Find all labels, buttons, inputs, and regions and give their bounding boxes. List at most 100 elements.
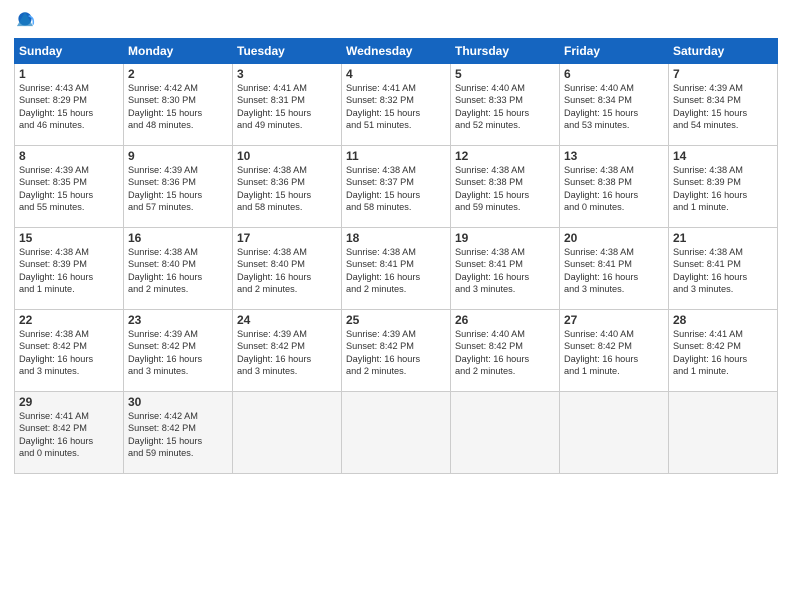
weekday-monday: Monday [124,39,233,64]
day-cell: 24Sunrise: 4:39 AM Sunset: 8:42 PM Dayli… [233,310,342,392]
day-info: Sunrise: 4:38 AM Sunset: 8:41 PM Dayligh… [564,246,664,296]
day-number: 30 [128,395,228,409]
day-number: 4 [346,67,446,81]
logo-icon [14,10,36,32]
day-number: 6 [564,67,664,81]
day-cell: 27Sunrise: 4:40 AM Sunset: 8:42 PM Dayli… [560,310,669,392]
day-number: 1 [19,67,119,81]
day-number: 7 [673,67,773,81]
day-cell [560,392,669,474]
day-number: 19 [455,231,555,245]
day-cell: 6Sunrise: 4:40 AM Sunset: 8:34 PM Daylig… [560,64,669,146]
day-number: 16 [128,231,228,245]
day-cell: 29Sunrise: 4:41 AM Sunset: 8:42 PM Dayli… [15,392,124,474]
day-number: 21 [673,231,773,245]
day-cell: 28Sunrise: 4:41 AM Sunset: 8:42 PM Dayli… [669,310,778,392]
day-number: 27 [564,313,664,327]
day-number: 11 [346,149,446,163]
day-cell: 11Sunrise: 4:38 AM Sunset: 8:37 PM Dayli… [342,146,451,228]
day-cell: 26Sunrise: 4:40 AM Sunset: 8:42 PM Dayli… [451,310,560,392]
day-info: Sunrise: 4:40 AM Sunset: 8:42 PM Dayligh… [564,328,664,378]
day-number: 17 [237,231,337,245]
weekday-thursday: Thursday [451,39,560,64]
day-number: 28 [673,313,773,327]
day-cell: 17Sunrise: 4:38 AM Sunset: 8:40 PM Dayli… [233,228,342,310]
day-info: Sunrise: 4:39 AM Sunset: 8:34 PM Dayligh… [673,82,773,132]
day-number: 26 [455,313,555,327]
day-cell: 13Sunrise: 4:38 AM Sunset: 8:38 PM Dayli… [560,146,669,228]
day-info: Sunrise: 4:39 AM Sunset: 8:42 PM Dayligh… [237,328,337,378]
day-number: 8 [19,149,119,163]
day-info: Sunrise: 4:38 AM Sunset: 8:37 PM Dayligh… [346,164,446,214]
day-cell: 12Sunrise: 4:38 AM Sunset: 8:38 PM Dayli… [451,146,560,228]
day-info: Sunrise: 4:38 AM Sunset: 8:42 PM Dayligh… [19,328,119,378]
day-number: 29 [19,395,119,409]
day-cell: 2Sunrise: 4:42 AM Sunset: 8:30 PM Daylig… [124,64,233,146]
day-info: Sunrise: 4:39 AM Sunset: 8:42 PM Dayligh… [346,328,446,378]
day-number: 14 [673,149,773,163]
day-cell: 8Sunrise: 4:39 AM Sunset: 8:35 PM Daylig… [15,146,124,228]
day-info: Sunrise: 4:38 AM Sunset: 8:41 PM Dayligh… [346,246,446,296]
weekday-header-row: SundayMondayTuesdayWednesdayThursdayFrid… [15,39,778,64]
day-cell: 3Sunrise: 4:41 AM Sunset: 8:31 PM Daylig… [233,64,342,146]
day-cell: 7Sunrise: 4:39 AM Sunset: 8:34 PM Daylig… [669,64,778,146]
day-number: 18 [346,231,446,245]
day-cell: 9Sunrise: 4:39 AM Sunset: 8:36 PM Daylig… [124,146,233,228]
day-cell: 20Sunrise: 4:38 AM Sunset: 8:41 PM Dayli… [560,228,669,310]
day-info: Sunrise: 4:38 AM Sunset: 8:39 PM Dayligh… [19,246,119,296]
week-row-2: 8Sunrise: 4:39 AM Sunset: 8:35 PM Daylig… [15,146,778,228]
day-number: 15 [19,231,119,245]
weekday-wednesday: Wednesday [342,39,451,64]
day-info: Sunrise: 4:40 AM Sunset: 8:42 PM Dayligh… [455,328,555,378]
day-info: Sunrise: 4:38 AM Sunset: 8:41 PM Dayligh… [455,246,555,296]
day-cell: 15Sunrise: 4:38 AM Sunset: 8:39 PM Dayli… [15,228,124,310]
day-number: 12 [455,149,555,163]
day-info: Sunrise: 4:40 AM Sunset: 8:33 PM Dayligh… [455,82,555,132]
day-info: Sunrise: 4:38 AM Sunset: 8:39 PM Dayligh… [673,164,773,214]
day-number: 2 [128,67,228,81]
calendar-table: SundayMondayTuesdayWednesdayThursdayFrid… [14,38,778,474]
logo [14,10,40,32]
day-cell [342,392,451,474]
day-number: 24 [237,313,337,327]
day-info: Sunrise: 4:42 AM Sunset: 8:30 PM Dayligh… [128,82,228,132]
weekday-sunday: Sunday [15,39,124,64]
day-info: Sunrise: 4:43 AM Sunset: 8:29 PM Dayligh… [19,82,119,132]
day-cell: 14Sunrise: 4:38 AM Sunset: 8:39 PM Dayli… [669,146,778,228]
day-cell: 4Sunrise: 4:41 AM Sunset: 8:32 PM Daylig… [342,64,451,146]
day-info: Sunrise: 4:38 AM Sunset: 8:38 PM Dayligh… [564,164,664,214]
day-number: 23 [128,313,228,327]
day-number: 3 [237,67,337,81]
day-info: Sunrise: 4:39 AM Sunset: 8:35 PM Dayligh… [19,164,119,214]
day-info: Sunrise: 4:40 AM Sunset: 8:34 PM Dayligh… [564,82,664,132]
day-cell: 22Sunrise: 4:38 AM Sunset: 8:42 PM Dayli… [15,310,124,392]
day-info: Sunrise: 4:38 AM Sunset: 8:40 PM Dayligh… [128,246,228,296]
day-number: 5 [455,67,555,81]
weekday-friday: Friday [560,39,669,64]
day-info: Sunrise: 4:38 AM Sunset: 8:41 PM Dayligh… [673,246,773,296]
day-info: Sunrise: 4:39 AM Sunset: 8:42 PM Dayligh… [128,328,228,378]
day-info: Sunrise: 4:41 AM Sunset: 8:32 PM Dayligh… [346,82,446,132]
week-row-1: 1Sunrise: 4:43 AM Sunset: 8:29 PM Daylig… [15,64,778,146]
day-cell [669,392,778,474]
week-row-4: 22Sunrise: 4:38 AM Sunset: 8:42 PM Dayli… [15,310,778,392]
week-row-5: 29Sunrise: 4:41 AM Sunset: 8:42 PM Dayli… [15,392,778,474]
day-cell: 5Sunrise: 4:40 AM Sunset: 8:33 PM Daylig… [451,64,560,146]
day-number: 20 [564,231,664,245]
day-cell: 1Sunrise: 4:43 AM Sunset: 8:29 PM Daylig… [15,64,124,146]
day-cell: 25Sunrise: 4:39 AM Sunset: 8:42 PM Dayli… [342,310,451,392]
day-info: Sunrise: 4:38 AM Sunset: 8:38 PM Dayligh… [455,164,555,214]
weekday-tuesday: Tuesday [233,39,342,64]
day-number: 13 [564,149,664,163]
day-cell [451,392,560,474]
day-info: Sunrise: 4:38 AM Sunset: 8:36 PM Dayligh… [237,164,337,214]
day-cell: 19Sunrise: 4:38 AM Sunset: 8:41 PM Dayli… [451,228,560,310]
week-row-3: 15Sunrise: 4:38 AM Sunset: 8:39 PM Dayli… [15,228,778,310]
day-cell: 30Sunrise: 4:42 AM Sunset: 8:42 PM Dayli… [124,392,233,474]
day-info: Sunrise: 4:41 AM Sunset: 8:42 PM Dayligh… [673,328,773,378]
day-info: Sunrise: 4:41 AM Sunset: 8:42 PM Dayligh… [19,410,119,460]
day-cell: 10Sunrise: 4:38 AM Sunset: 8:36 PM Dayli… [233,146,342,228]
day-cell: 18Sunrise: 4:38 AM Sunset: 8:41 PM Dayli… [342,228,451,310]
day-number: 25 [346,313,446,327]
day-number: 10 [237,149,337,163]
